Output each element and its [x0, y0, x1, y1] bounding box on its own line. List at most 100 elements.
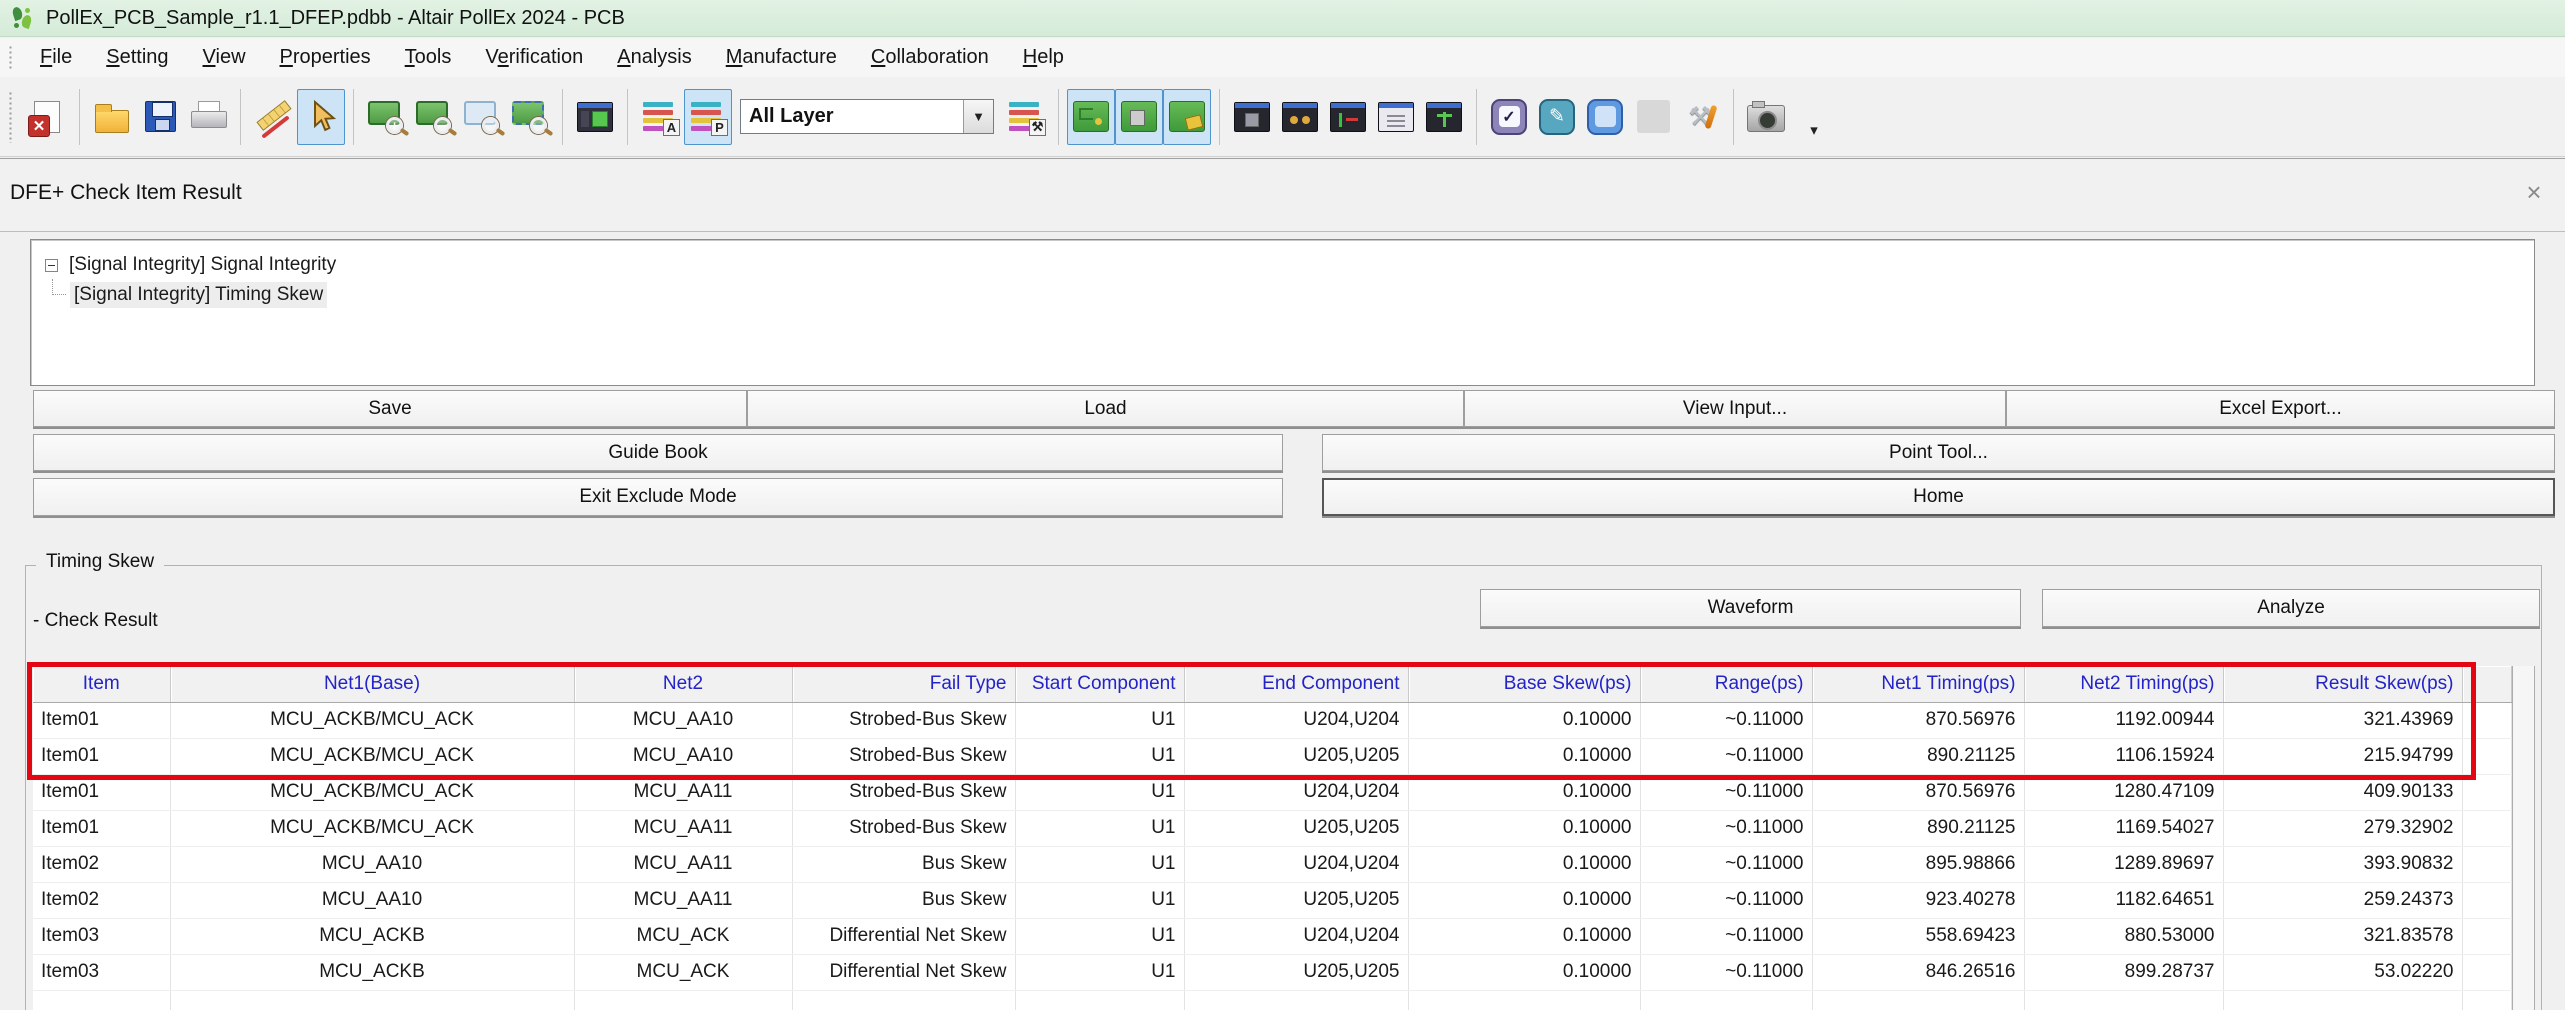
table-cell: 0.10000 [1408, 882, 1640, 918]
layer-combobox[interactable]: All Layer▼ [740, 99, 994, 134]
chevron-down-icon[interactable]: ▼ [963, 100, 993, 133]
dfe-panel-header: DFE+ Check Item Result × [0, 158, 2565, 232]
waveform-button[interactable]: Waveform [1480, 589, 2021, 627]
menu-setting[interactable]: Setting [89, 41, 185, 74]
column-header[interactable]: Net1(Base) [170, 666, 574, 702]
point-tool-button[interactable]: Point Tool... [1322, 434, 2555, 471]
component-window-icon[interactable] [1228, 89, 1276, 145]
layer-config-icon[interactable]: ⚒ [1002, 89, 1050, 145]
menubar-gripper-icon[interactable] [8, 45, 13, 71]
table-cell: U1 [1015, 882, 1184, 918]
table-cell: U1 [1015, 846, 1184, 882]
close-document-icon[interactable]: ✕ [23, 89, 71, 145]
table-cell: MCU_ACKB/MCU_ACK [170, 774, 574, 810]
toolbar-separator [240, 89, 241, 145]
table-cell: Differential Net Skew [792, 954, 1015, 990]
table-cell [574, 990, 792, 1010]
net-window-icon[interactable] [1420, 89, 1468, 145]
table-cell: 393.90832 [2223, 846, 2462, 882]
table-cell: 409.90133 [2223, 774, 2462, 810]
column-header[interactable]: Net2 Timing(ps) [2024, 666, 2223, 702]
column-header[interactable]: Fail Type [792, 666, 1015, 702]
board-color-icon[interactable] [1163, 89, 1211, 145]
table-cell-filler [2462, 702, 2512, 738]
menu-collaboration[interactable]: Collaboration [854, 41, 1006, 74]
open-folder-icon[interactable] [88, 89, 136, 145]
table-row[interactable]: Item01MCU_ACKB/MCU_ACKMCU_AA11Strobed-Bu… [33, 810, 2512, 846]
zoom-window-icon[interactable] [458, 89, 506, 145]
toolbar-gripper-icon[interactable] [8, 91, 13, 143]
close-icon[interactable]: × [2517, 177, 2551, 208]
table-cell: MCU_ACKB [170, 954, 574, 990]
column-header[interactable]: Base Skew(ps) [1408, 666, 1640, 702]
table-cell: MCU_AA11 [574, 882, 792, 918]
toolbar-overflow-icon[interactable]: ▾ [1790, 89, 1838, 145]
list-window-icon[interactable] [1372, 89, 1420, 145]
print-icon[interactable] [184, 89, 232, 145]
menu-manufacture[interactable]: Manufacture [709, 41, 854, 74]
layer-pattern-icon[interactable]: P [684, 89, 732, 145]
excel-export-button[interactable]: Excel Export... [2006, 390, 2555, 427]
home-button[interactable]: Home [1322, 478, 2555, 516]
list-scrollbar-track[interactable] [2512, 666, 2535, 1010]
menu-tools[interactable]: Tools [388, 41, 469, 74]
table-row[interactable]: Item02MCU_AA10MCU_AA11Bus SkewU1U204,U20… [33, 846, 2512, 882]
table-cell-filler [2462, 738, 2512, 774]
column-header[interactable]: Start Component [1015, 666, 1184, 702]
column-header[interactable]: Range(ps) [1640, 666, 1812, 702]
column-header[interactable]: Net2 [574, 666, 792, 702]
table-row[interactable]: Item03MCU_ACKBMCU_ACKDifferential Net Sk… [33, 954, 2512, 990]
guide-book-button[interactable]: Guide Book [33, 434, 1283, 471]
window-tool-icon[interactable] [1581, 89, 1629, 145]
table-cell: MCU_AA11 [574, 846, 792, 882]
save-icon[interactable] [136, 89, 184, 145]
settings-tools-icon[interactable]: ⚒ [1677, 89, 1725, 145]
column-header[interactable]: Net1 Timing(ps) [1812, 666, 2024, 702]
table-row[interactable]: Item01MCU_ACKB/MCU_ACKMCU_AA10Strobed-Bu… [33, 702, 2512, 738]
origin-window-icon[interactable] [1324, 89, 1372, 145]
exit-exclude-mode-button[interactable]: Exit Exclude Mode [33, 478, 1283, 516]
layer-auto-icon[interactable]: A [636, 89, 684, 145]
table-cell: 1182.64651 [2024, 882, 2223, 918]
table-row[interactable]: Item01MCU_ACKB/MCU_ACKMCU_AA10Strobed-Bu… [33, 738, 2512, 774]
measure-icon[interactable] [249, 89, 297, 145]
table-row[interactable]: Item03MCU_ACKBMCU_ACKDifferential Net Sk… [33, 918, 2512, 954]
check-tool-icon[interactable]: ✓ [1485, 89, 1533, 145]
table-cell: MCU_AA10 [574, 702, 792, 738]
table-cell: Item01 [33, 774, 170, 810]
board-top-icon[interactable] [1067, 89, 1115, 145]
select-cursor-icon[interactable] [297, 89, 345, 145]
save-button[interactable]: Save [33, 390, 747, 427]
table-cell [1015, 990, 1184, 1010]
column-header[interactable]: Item [33, 666, 170, 702]
column-header[interactable]: End Component [1184, 666, 1408, 702]
table-row[interactable]: Item02MCU_AA10MCU_AA11Bus SkewU1U205,U20… [33, 882, 2512, 918]
collapse-expander-icon[interactable] [45, 259, 58, 272]
tree-item-timing-skew[interactable]: [Signal Integrity] Timing Skew [52, 280, 2534, 310]
zoom-in-icon[interactable]: + [362, 89, 410, 145]
disabled-tool-icon[interactable] [1629, 89, 1677, 145]
menu-verification[interactable]: Verification [468, 41, 600, 74]
menu-file[interactable]: File [23, 41, 89, 74]
analyze-button[interactable]: Analyze [2042, 589, 2540, 627]
load-button[interactable]: Load [747, 390, 1464, 427]
table-cell: 321.83578 [2223, 918, 2462, 954]
board-view-icon[interactable] [571, 89, 619, 145]
table-cell: U205,U205 [1184, 882, 1408, 918]
view-input-button[interactable]: View Input... [1464, 390, 2006, 427]
menu-view[interactable]: View [186, 41, 263, 74]
table-cell: Item03 [33, 954, 170, 990]
table-cell [170, 990, 574, 1010]
tree-item-signal-integrity[interactable]: [Signal Integrity] Signal Integrity [45, 250, 2534, 280]
pad-window-icon[interactable] [1276, 89, 1324, 145]
zoom-fit-icon[interactable] [506, 89, 554, 145]
menu-help[interactable]: Help [1006, 41, 1081, 74]
menu-properties[interactable]: Properties [263, 41, 388, 74]
edit-tool-icon[interactable]: ✎ [1533, 89, 1581, 145]
table-row[interactable]: Item01MCU_ACKB/MCU_ACKMCU_AA11Strobed-Bu… [33, 774, 2512, 810]
camera-icon[interactable] [1742, 89, 1790, 145]
board-bottom-icon[interactable] [1115, 89, 1163, 145]
zoom-out-icon[interactable]: − [410, 89, 458, 145]
column-header[interactable]: Result Skew(ps) [2223, 666, 2462, 702]
menu-analysis[interactable]: Analysis [600, 41, 708, 74]
